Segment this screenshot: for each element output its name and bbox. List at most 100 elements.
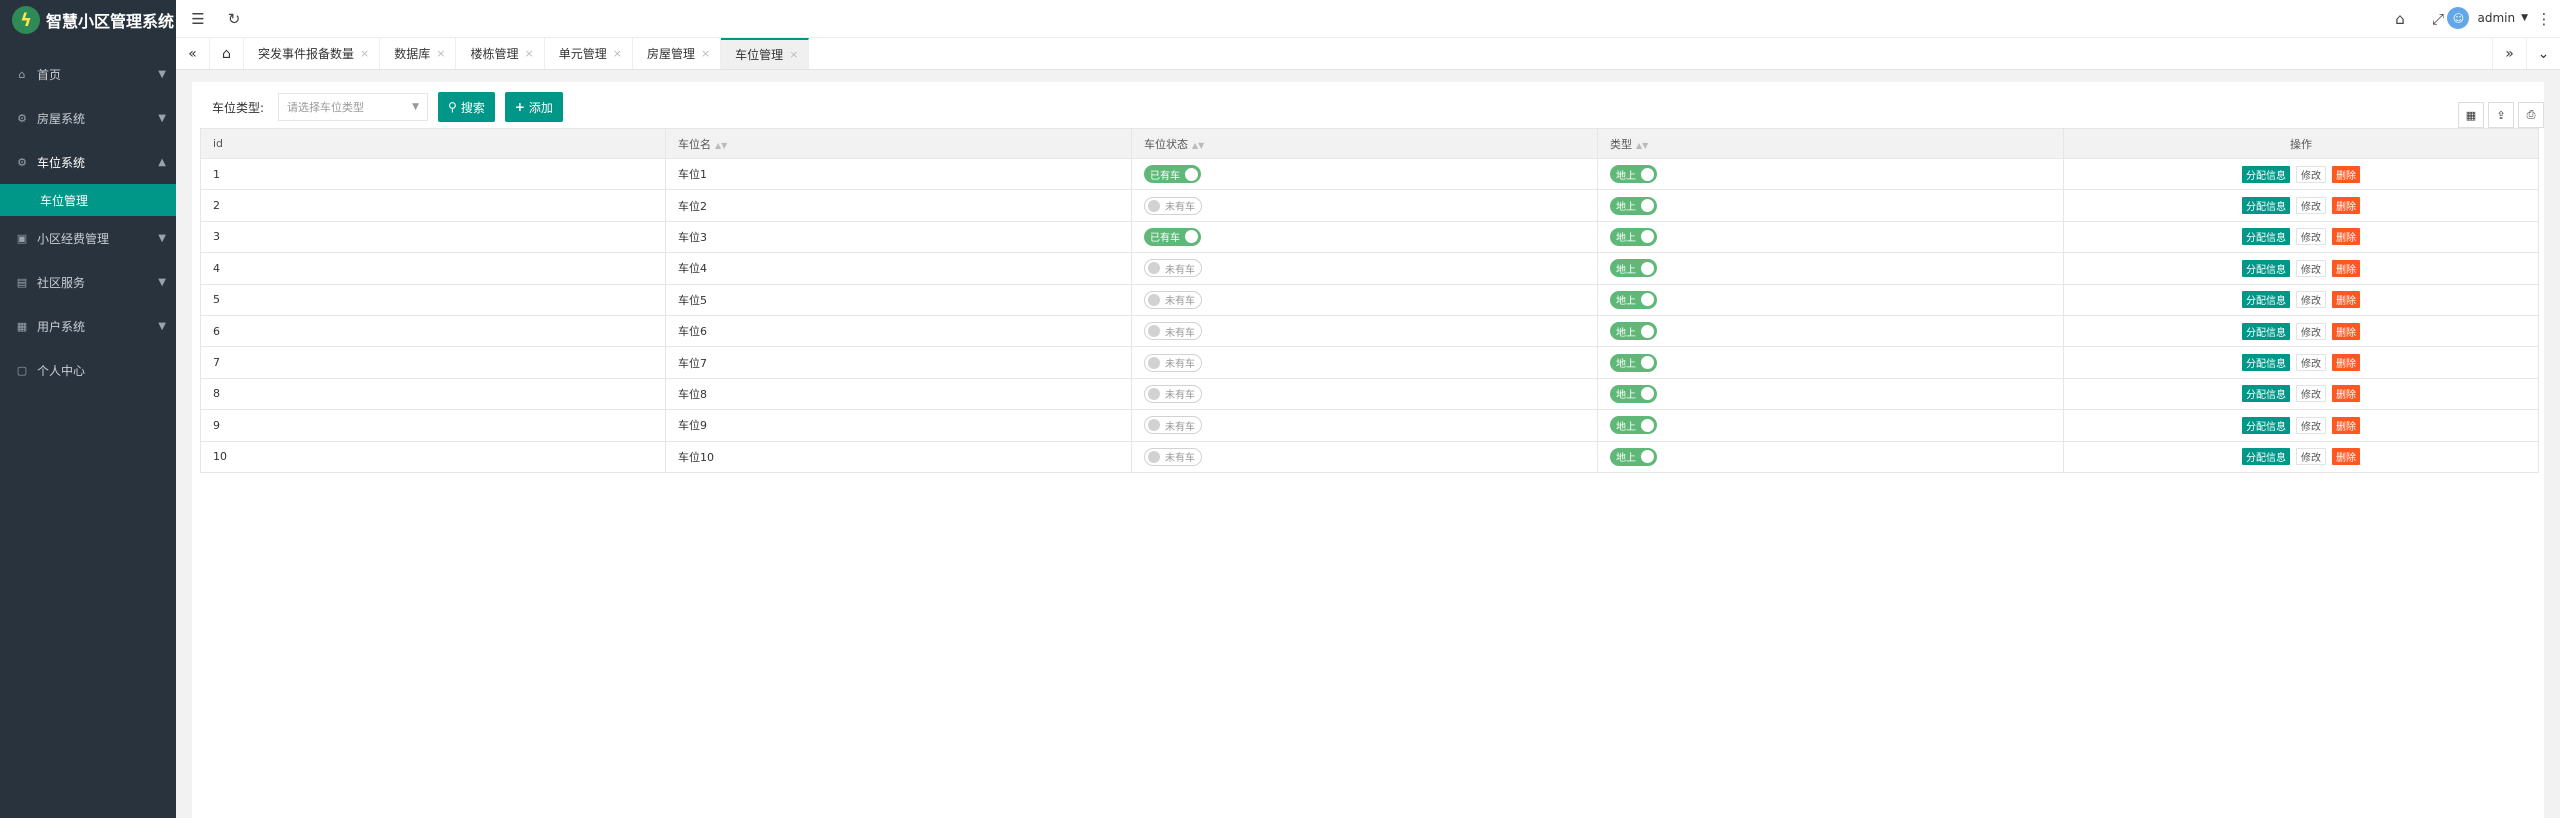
search-button[interactable]: ⚲ 搜索 xyxy=(438,92,495,122)
delete-button[interactable]: 删除 xyxy=(2332,165,2360,183)
assign-info-button[interactable]: 分配信息 xyxy=(2242,291,2290,309)
delete-button[interactable]: 删除 xyxy=(2332,291,2360,309)
type-switch[interactable]: 地上 xyxy=(1610,165,1657,184)
type-switch[interactable]: 地上 xyxy=(1610,353,1657,372)
delete-button[interactable]: 删除 xyxy=(2332,197,2360,215)
status-switch[interactable]: 未有车 xyxy=(1144,259,1202,278)
delete-button[interactable]: 删除 xyxy=(2332,228,2360,246)
close-icon[interactable]: × xyxy=(360,47,369,60)
tab-building-management[interactable]: 楼栋管理 × xyxy=(456,38,545,69)
tab-home-icon[interactable]: ⌂ xyxy=(210,38,244,69)
tab-unit-management[interactable]: 单元管理 × xyxy=(545,38,633,69)
sidebar-item-personal-center[interactable]: ▢ 个人中心 xyxy=(0,348,176,392)
type-switch[interactable]: 地上 xyxy=(1610,322,1657,341)
assign-info-button[interactable]: 分配信息 xyxy=(2242,322,2290,340)
close-icon[interactable]: × xyxy=(524,47,533,60)
sort-icon[interactable]: ▲▼ xyxy=(1192,141,1204,150)
print-icon[interactable]: ⎙ xyxy=(2518,102,2544,128)
sidebar-item-user-system[interactable]: ▦ 用户系统 ▼ xyxy=(0,304,176,348)
close-icon[interactable]: × xyxy=(789,48,798,61)
sidebar-item-house-system[interactable]: ⚙ 房屋系统 ▼ xyxy=(0,96,176,140)
status-switch[interactable]: 已有车 xyxy=(1144,165,1201,184)
assign-info-button[interactable]: 分配信息 xyxy=(2242,197,2290,215)
edit-button[interactable]: 修改 xyxy=(2296,385,2326,403)
assign-info-button[interactable]: 分配信息 xyxy=(2242,385,2290,403)
add-button[interactable]: + 添加 xyxy=(504,92,563,122)
edit-button[interactable]: 修改 xyxy=(2296,354,2326,372)
assign-info-button[interactable]: 分配信息 xyxy=(2242,165,2290,183)
menu-toggle-icon[interactable]: ☰ xyxy=(188,9,208,29)
user-menu[interactable]: ☺ admin ▼ xyxy=(2447,7,2528,29)
type-switch[interactable]: 地上 xyxy=(1610,290,1657,309)
status-switch[interactable]: 未有车 xyxy=(1144,416,1202,435)
column-header-id[interactable]: id xyxy=(200,128,666,159)
edit-button[interactable]: 修改 xyxy=(2296,448,2326,466)
edit-button[interactable]: 修改 xyxy=(2296,165,2326,183)
tab-database[interactable]: 数据库 × xyxy=(380,38,457,69)
assign-info-button[interactable]: 分配信息 xyxy=(2242,259,2290,277)
more-vertical-icon[interactable]: ⋮ xyxy=(2534,9,2554,29)
tab-parking-management[interactable]: 车位管理 × xyxy=(721,38,810,69)
delete-button[interactable]: 删除 xyxy=(2332,354,2360,372)
delete-button[interactable]: 删除 xyxy=(2332,416,2360,434)
sidebar-item-home[interactable]: ⌂ 首页 ▼ xyxy=(0,52,176,96)
type-switch[interactable]: 地上 xyxy=(1610,447,1657,466)
status-switch[interactable]: 未有车 xyxy=(1144,447,1202,466)
tab-label: 楼栋管理 xyxy=(470,47,519,61)
type-switch[interactable]: 地上 xyxy=(1610,259,1657,278)
switch-knob xyxy=(1148,199,1160,212)
fullscreen-icon[interactable]: ⤢ xyxy=(2428,9,2448,29)
edit-button[interactable]: 修改 xyxy=(2296,197,2326,215)
column-header-type[interactable]: 类型 ▲▼ xyxy=(1597,128,2064,159)
tabs-dropdown-icon[interactable]: ⌄ xyxy=(2526,38,2560,69)
sidebar-subitem-parking-management[interactable]: 车位管理 xyxy=(0,184,176,216)
status-switch[interactable]: 未有车 xyxy=(1144,384,1202,403)
export-icon[interactable]: ⇪ xyxy=(2488,102,2514,128)
close-icon[interactable]: × xyxy=(701,47,710,60)
status-switch[interactable]: 未有车 xyxy=(1144,290,1202,309)
sort-icon[interactable]: ▲▼ xyxy=(715,141,727,150)
close-icon[interactable]: × xyxy=(436,47,445,60)
assign-info-button[interactable]: 分配信息 xyxy=(2242,448,2290,466)
edit-button[interactable]: 修改 xyxy=(2296,416,2326,434)
sort-icon[interactable]: ▲▼ xyxy=(1636,141,1648,150)
assign-info-button[interactable]: 分配信息 xyxy=(2242,354,2290,372)
edit-button[interactable]: 修改 xyxy=(2296,322,2326,340)
tabs-scroll-left-icon[interactable]: « xyxy=(176,38,210,69)
assign-info-button[interactable]: 分配信息 xyxy=(2242,228,2290,246)
tab-house-management[interactable]: 房屋管理 × xyxy=(633,38,722,69)
status-switch[interactable]: 未有车 xyxy=(1144,353,1202,372)
table-toolbar: ▦ ⇪ ⎙ xyxy=(2454,102,2544,128)
status-switch-label: 未有车 xyxy=(1165,421,1195,433)
cell-status: 未有车 xyxy=(1131,283,1598,316)
username: admin xyxy=(2477,11,2516,25)
type-switch[interactable]: 地上 xyxy=(1610,384,1657,403)
delete-button[interactable]: 删除 xyxy=(2332,448,2360,466)
edit-button[interactable]: 修改 xyxy=(2296,228,2326,246)
type-switch[interactable]: 地上 xyxy=(1610,227,1657,246)
refresh-icon[interactable]: ↻ xyxy=(224,9,244,29)
delete-button[interactable]: 删除 xyxy=(2332,322,2360,340)
close-icon[interactable]: × xyxy=(613,47,622,60)
column-header-status[interactable]: 车位状态 ▲▼ xyxy=(1131,128,1598,159)
columns-filter-icon[interactable]: ▦ xyxy=(2458,102,2484,128)
tag-icon[interactable]: ⌂ xyxy=(2390,9,2410,29)
status-switch[interactable]: 未有车 xyxy=(1144,196,1202,215)
column-header-name[interactable]: 车位名 ▲▼ xyxy=(665,128,1132,159)
edit-button[interactable]: 修改 xyxy=(2296,291,2326,309)
type-switch[interactable]: 地上 xyxy=(1610,416,1657,435)
type-switch[interactable]: 地上 xyxy=(1610,196,1657,215)
edit-button[interactable]: 修改 xyxy=(2296,259,2326,277)
assign-info-button[interactable]: 分配信息 xyxy=(2242,416,2290,434)
delete-button[interactable]: 删除 xyxy=(2332,259,2360,277)
tab-emergency-report[interactable]: 突发事件报备数量 × xyxy=(244,38,381,69)
delete-button[interactable]: 删除 xyxy=(2332,385,2360,403)
sidebar-item-funds[interactable]: ▣ 小区经费管理 ▼ xyxy=(0,216,176,260)
sidebar-item-community-service[interactable]: ▤ 社区服务 ▼ xyxy=(0,260,176,304)
cell-type: 地上 xyxy=(1597,377,2064,411)
sidebar-item-parking-system[interactable]: ⚙ 车位系统 ▲ xyxy=(0,140,176,184)
status-switch[interactable]: 未有车 xyxy=(1144,322,1202,341)
parking-type-select[interactable]: 请选择车位类型 ▼ xyxy=(278,93,429,121)
tabs-scroll-right-icon[interactable]: » xyxy=(2492,38,2526,69)
status-switch[interactable]: 已有车 xyxy=(1144,227,1201,246)
